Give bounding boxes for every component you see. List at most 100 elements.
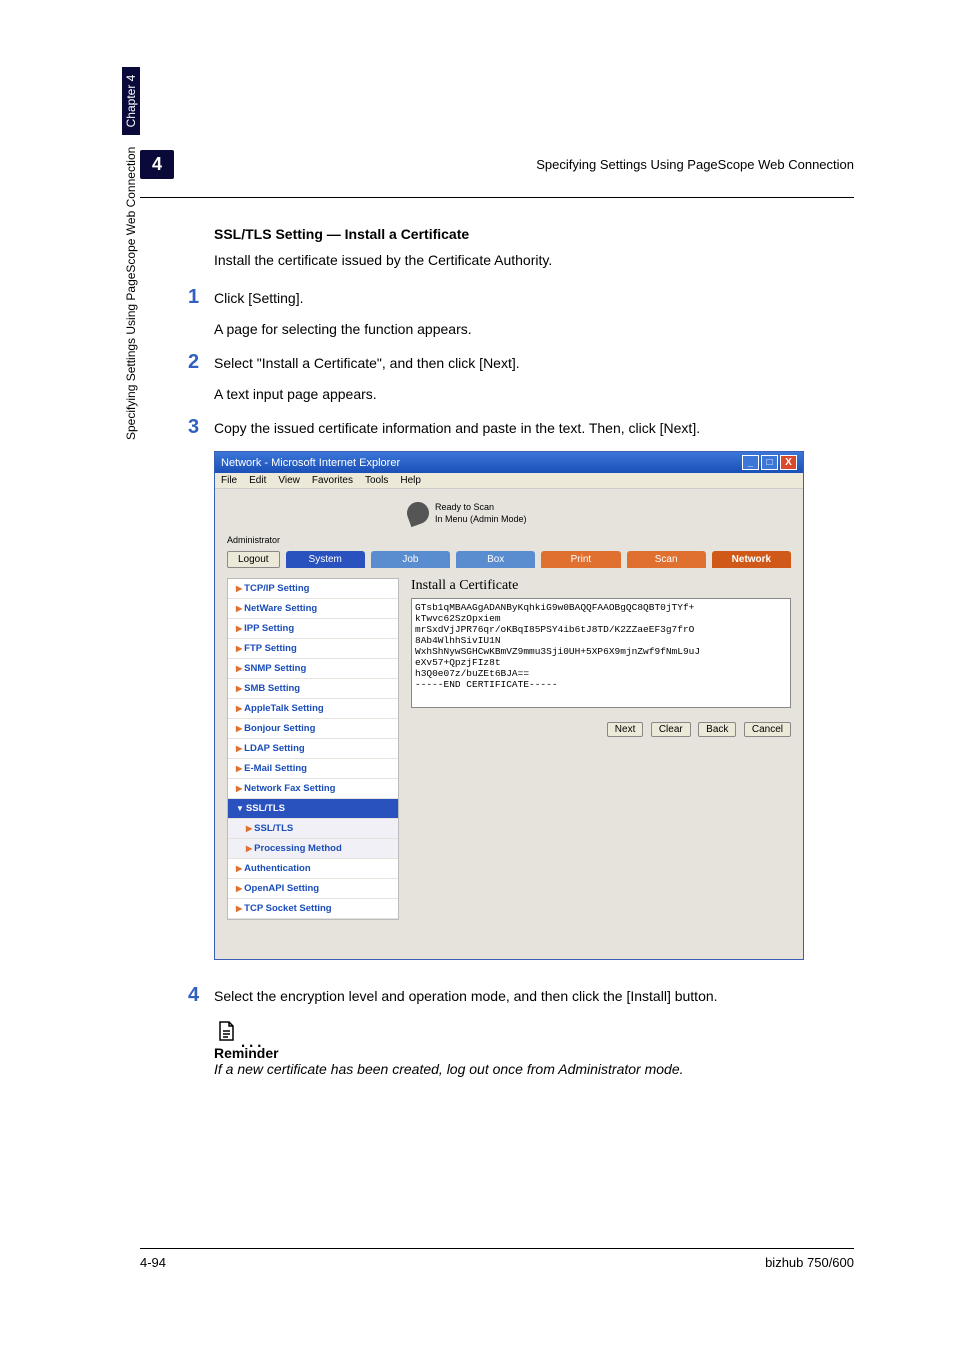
triangle-icon: ▶ — [236, 744, 242, 753]
header-divider — [140, 197, 854, 198]
tab-box[interactable]: Box — [456, 551, 535, 568]
step-2-sub: A text input page appears. — [214, 386, 854, 402]
sidebar-item-ssltls[interactable]: ▶SSL/TLS — [228, 819, 398, 839]
sidebar-item-tcpsocket[interactable]: ▶TCP Socket Setting — [228, 899, 398, 919]
section-title: SSL/TLS Setting — Install a Certificate — [214, 226, 854, 242]
back-button[interactable]: Back — [698, 722, 736, 737]
sidebar-item-ldap[interactable]: ▶LDAP Setting — [228, 739, 398, 759]
triangle-down-icon: ▼ — [236, 804, 244, 813]
tab-scan[interactable]: Scan — [627, 551, 706, 568]
logout-button[interactable]: Logout — [227, 551, 280, 568]
menu-view[interactable]: View — [278, 475, 300, 486]
sidebar-item-tcpip[interactable]: ▶TCP/IP Setting — [228, 579, 398, 599]
sidebar-item-label: OpenAPI Setting — [244, 883, 319, 894]
cancel-button[interactable]: Cancel — [744, 722, 791, 737]
certificate-textarea[interactable]: GTsb1qMBAAGgADANByKqhkiG9w0BAQQFAAOBgQC8… — [411, 598, 791, 708]
sidebar-item-label: Processing Method — [254, 843, 342, 854]
sidebar-item-appletalk[interactable]: ▶AppleTalk Setting — [228, 699, 398, 719]
admin-label: Administrator — [227, 535, 791, 545]
sidebar-item-label: AppleTalk Setting — [244, 703, 324, 714]
sidebar-item-openapi[interactable]: ▶OpenAPI Setting — [228, 879, 398, 899]
sidebar-item-smb[interactable]: ▶SMB Setting — [228, 679, 398, 699]
sidebar-item-netware[interactable]: ▶NetWare Setting — [228, 599, 398, 619]
minimize-icon[interactable]: _ — [742, 455, 759, 470]
triangle-icon: ▶ — [246, 844, 252, 853]
triangle-icon: ▶ — [236, 864, 242, 873]
sidebar-item-ssltls-group[interactable]: ▼SSL/TLS — [228, 799, 398, 819]
step-1-number: 1 — [188, 286, 214, 309]
footer-model: bizhub 750/600 — [765, 1255, 854, 1270]
sidebar-item；-auth[interactable]: ▶Authentication — [228, 859, 398, 879]
sidebar-item-label: TCP Socket Setting — [244, 903, 331, 914]
step-1-sub: A page for selecting the function appear… — [214, 321, 854, 337]
step-3-text: Copy the issued certificate information … — [214, 416, 700, 439]
sidebar-item-label: SSL/TLS — [246, 803, 285, 814]
settings-sidebar: ▶TCP/IP Setting ▶NetWare Setting ▶IPP Se… — [227, 578, 399, 920]
browser-menubar: File Edit View Favorites Tools Help — [215, 473, 803, 489]
step-2-text: Select "Install a Certificate", and then… — [214, 351, 520, 374]
ellipsis-icon: ... — [240, 1035, 264, 1045]
triangle-icon: ▶ — [236, 784, 242, 793]
next-button[interactable]: Next — [607, 722, 644, 737]
step-2-number: 2 — [188, 351, 214, 374]
triangle-icon: ▶ — [246, 824, 252, 833]
header-chapter-title: Specifying Settings Using PageScope Web … — [536, 157, 854, 172]
menu-tools[interactable]: Tools — [365, 475, 388, 486]
menu-favorites[interactable]: Favorites — [312, 475, 353, 486]
sidebar-item-label: SSL/TLS — [254, 823, 293, 834]
window-titlebar: Network - Microsoft Internet Explorer _ … — [215, 452, 803, 473]
browser-window: Network - Microsoft Internet Explorer _ … — [214, 451, 804, 960]
tab-network[interactable]: Network — [712, 551, 791, 568]
menu-file[interactable]: File — [221, 475, 237, 486]
sidebar-item-label: NetWare Setting — [244, 603, 317, 614]
triangle-icon: ▶ — [236, 684, 242, 693]
triangle-icon: ▶ — [236, 604, 242, 613]
triangle-icon: ▶ — [236, 584, 242, 593]
triangle-icon: ▶ — [236, 764, 242, 773]
tab-print[interactable]: Print — [541, 551, 620, 568]
triangle-icon: ▶ — [236, 664, 242, 673]
menu-edit[interactable]: Edit — [249, 475, 266, 486]
sidebar-item-label: LDAP Setting — [244, 743, 305, 754]
side-label: Specifying Settings Using PageScope Web … — [122, 67, 140, 440]
device-logo-icon — [404, 499, 432, 527]
menu-help[interactable]: Help — [400, 475, 421, 486]
sidebar-item-label: Bonjour Setting — [244, 723, 315, 734]
sidebar-item-email[interactable]: ▶E-Mail Setting — [228, 759, 398, 779]
chapter-badge: 4 — [140, 150, 174, 179]
panel-title: Install a Certificate — [411, 578, 791, 594]
step-4-text: Select the encryption level and operatio… — [214, 984, 718, 1007]
sidebar-item-ftp[interactable]: ▶FTP Setting — [228, 639, 398, 659]
triangle-icon: ▶ — [236, 904, 242, 913]
clear-button[interactable]: Clear — [651, 722, 691, 737]
section-intro: Install the certificate issued by the Ce… — [214, 252, 854, 268]
triangle-icon: ▶ — [236, 624, 242, 633]
step-1-text: Click [Setting]. — [214, 286, 303, 309]
triangle-icon: ▶ — [236, 704, 242, 713]
step-4-number: 4 — [188, 984, 214, 1007]
maximize-icon[interactable]: □ — [761, 455, 778, 470]
device-status: Ready to Scan In Menu (Admin Mode) — [407, 501, 791, 525]
sidebar-item-label: TCP/IP Setting — [244, 583, 309, 594]
sidebar-item-snmp[interactable]: ▶SNMP Setting — [228, 659, 398, 679]
window-title: Network - Microsoft Internet Explorer — [221, 457, 400, 469]
sidebar-item-label: IPP Setting — [244, 623, 294, 634]
tab-system[interactable]: System — [286, 551, 365, 568]
status-line1: Ready to Scan — [435, 501, 527, 513]
sidebar-item-label: FTP Setting — [244, 643, 297, 654]
sidebar-item-processing[interactable]: ▶Processing Method — [228, 839, 398, 859]
step-3-number: 3 — [188, 416, 214, 439]
reminder-text: If a new certificate has been created, l… — [214, 1061, 854, 1077]
close-icon[interactable]: X — [780, 455, 797, 470]
reminder-title: Reminder — [214, 1045, 854, 1061]
side-label-chapter: Chapter 4 — [122, 67, 140, 136]
tab-job[interactable]: Job — [371, 551, 450, 568]
sidebar-item-label: E-Mail Setting — [244, 763, 307, 774]
sidebar-item-label: SMB Setting — [244, 683, 300, 694]
sidebar-item-bonjour[interactable]: ▶Bonjour Setting — [228, 719, 398, 739]
page-number: 4-94 — [140, 1255, 166, 1270]
sidebar-item-netfax[interactable]: ▶Network Fax Setting — [228, 779, 398, 799]
side-label-text: Specifying Settings Using PageScope Web … — [124, 147, 138, 440]
sidebar-item-ipp[interactable]: ▶IPP Setting — [228, 619, 398, 639]
triangle-icon: ▶ — [236, 884, 242, 893]
